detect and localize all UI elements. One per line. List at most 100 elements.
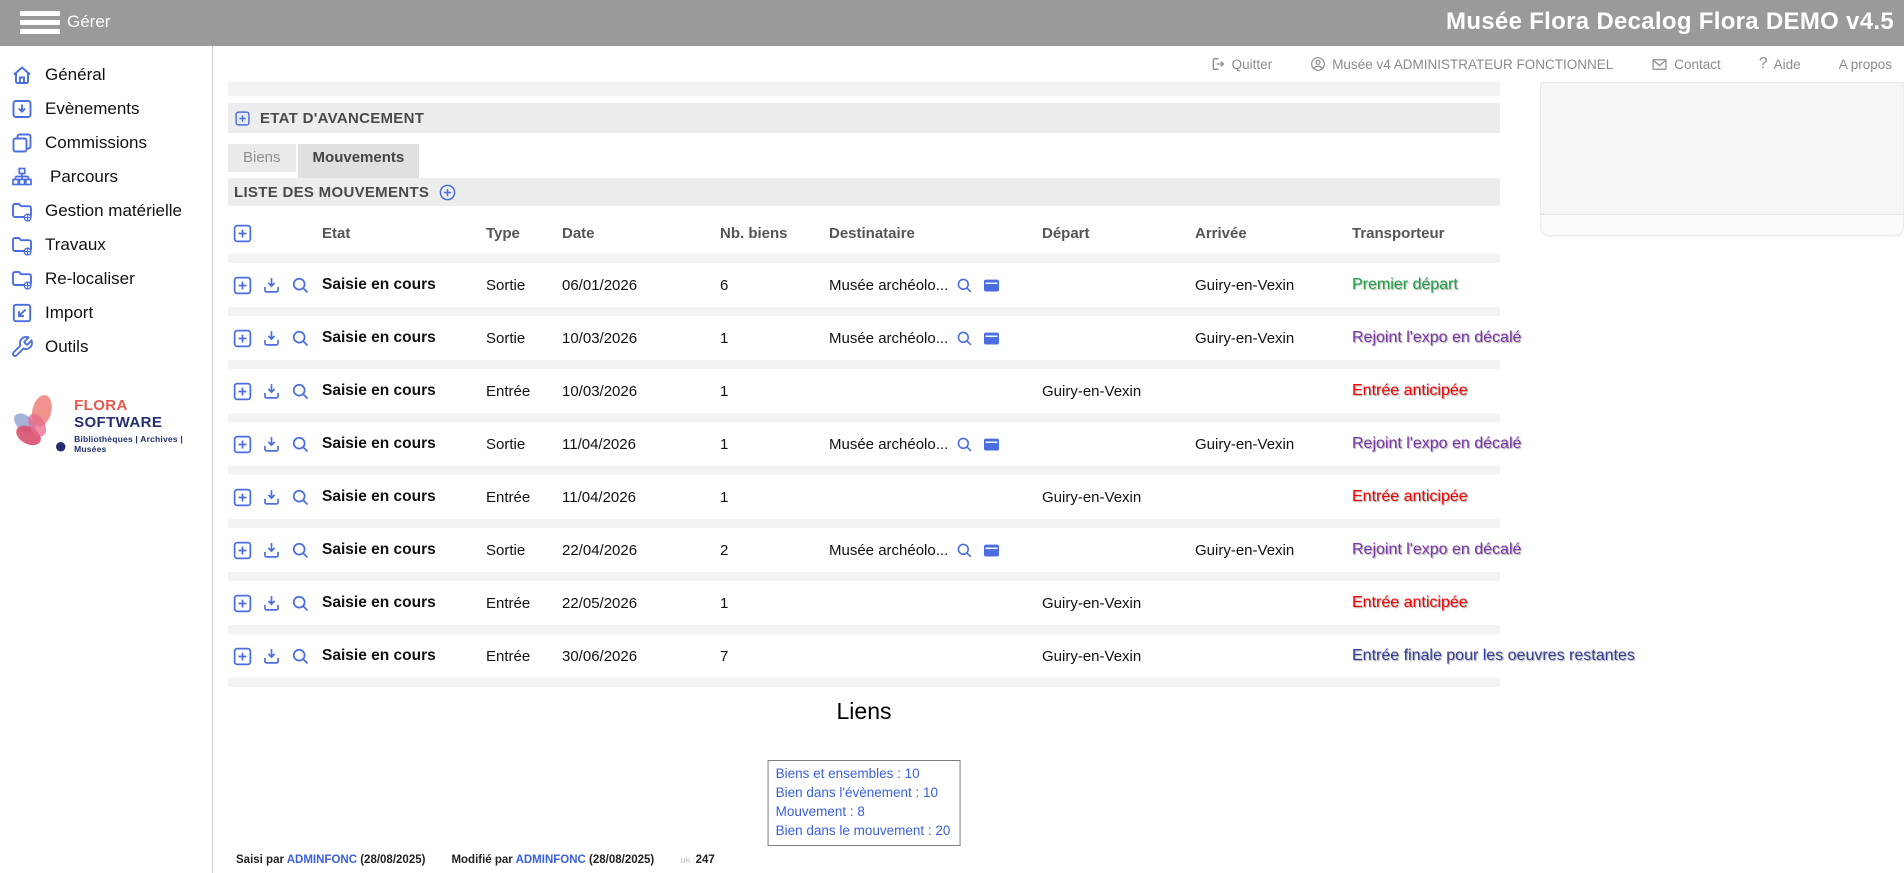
search-row-icon[interactable] [290, 487, 311, 508]
col-type: Type [486, 225, 562, 242]
saisi-user-link[interactable]: ADMINFONC [287, 854, 357, 866]
link-mouvement[interactable]: Mouvement : 8 [776, 802, 951, 821]
search-row-icon[interactable] [290, 328, 311, 349]
search-row-icon[interactable] [290, 381, 311, 402]
open-window-icon[interactable] [982, 329, 1001, 348]
cell-date: 10/03/2026 [562, 330, 720, 347]
modifie-user-link[interactable]: ADMINFONC [516, 854, 586, 866]
link-biens-ensembles[interactable]: Biens et ensembles : 10 [776, 764, 951, 783]
sidebar-item-commissions[interactable]: Commissions [0, 126, 212, 160]
modifie-par: Modifié par ADMINFONC (28/08/2025) [451, 854, 654, 866]
cell-depart: Guiry-en-Vexin [1042, 489, 1195, 506]
menu-label[interactable]: Gérer [67, 12, 110, 32]
expand-row-icon[interactable] [232, 593, 253, 614]
panel-bottom-strip[interactable] [1541, 214, 1903, 235]
link-bien-evenement[interactable]: Bien dans l'évènement : 10 [776, 783, 951, 802]
table-rows: Saisie en cours Sortie 06/01/2026 6 Musé… [228, 254, 1500, 687]
search-row-icon[interactable] [290, 646, 311, 667]
sidebar-item-general[interactable]: Général [0, 58, 212, 92]
row-separator [228, 254, 1500, 263]
hamburger-menu-icon[interactable] [20, 11, 60, 36]
sidebar-item-gestion-materielle[interactable]: Gestion matérielle [0, 194, 212, 228]
expand-row-icon[interactable] [232, 646, 253, 667]
etat-avancement-section: ETAT D'AVANCEMENT [228, 103, 1500, 133]
import-icon [10, 301, 34, 325]
cell-destinataire: Musée archéolo... [829, 435, 1042, 454]
col-depart: Départ [1042, 225, 1195, 242]
table-row: Saisie en cours Entrée 30/06/2026 7 Guir… [228, 634, 1500, 678]
expand-row-icon[interactable] [232, 328, 253, 349]
open-window-icon[interactable] [982, 435, 1001, 454]
sidebar-item-parcours[interactable]: Parcours [0, 160, 212, 194]
cell-transporteur: Entrée finale pour les oeuvres restantes [1352, 647, 1635, 665]
expand-row-icon[interactable] [232, 434, 253, 455]
expand-row-icon[interactable] [232, 487, 253, 508]
export-row-icon[interactable] [261, 646, 282, 667]
sitemap-icon [10, 165, 34, 189]
cell-etat: Saisie en cours [322, 329, 486, 347]
col-etat: Etat [322, 225, 486, 242]
sidebar-item-evenements[interactable]: Evènements [0, 92, 212, 126]
search-destinataire-icon[interactable] [955, 435, 974, 454]
tab-biens[interactable]: Biens [228, 144, 296, 172]
table-row: Saisie en cours Entrée 10/03/2026 1 Guir… [228, 369, 1500, 413]
envelope-icon [1651, 57, 1668, 72]
export-row-icon[interactable] [261, 487, 282, 508]
search-row-icon[interactable] [290, 540, 311, 561]
cell-etat: Saisie en cours [322, 541, 486, 559]
table-row: Saisie en cours Sortie 06/01/2026 6 Musé… [228, 263, 1500, 307]
export-row-icon[interactable] [261, 275, 282, 296]
saisi-par: Saisi par ADMINFONC (28/08/2025) [236, 854, 425, 866]
table-row: Saisie en cours Entrée 11/04/2026 1 Guir… [228, 475, 1500, 519]
expand-row-icon[interactable] [232, 275, 253, 296]
cell-transporteur: Premier départ [1352, 276, 1500, 294]
folder-globe-icon [10, 199, 34, 223]
cell-arrivee: Guiry-en-Vexin [1195, 277, 1352, 294]
cell-date: 06/01/2026 [562, 277, 720, 294]
sidebar-item-outils[interactable]: Outils [0, 330, 212, 364]
expand-row-icon[interactable] [232, 540, 253, 561]
expand-all-icon[interactable] [232, 223, 253, 244]
search-destinataire-icon[interactable] [955, 329, 974, 348]
export-row-icon[interactable] [261, 381, 282, 402]
sidebar-item-import[interactable]: Import [0, 296, 212, 330]
search-row-icon[interactable] [290, 275, 311, 296]
search-row-icon[interactable] [290, 593, 311, 614]
row-separator [228, 466, 1500, 475]
row-separator [228, 307, 1500, 316]
search-destinataire-icon[interactable] [955, 541, 974, 560]
open-window-icon[interactable] [982, 541, 1001, 560]
table-row: Saisie en cours Sortie 22/04/2026 2 Musé… [228, 528, 1500, 572]
aide-button[interactable]: ? Aide [1759, 55, 1801, 73]
export-row-icon[interactable] [261, 540, 282, 561]
contact-button[interactable]: Contact [1651, 57, 1721, 72]
sidebar-item-travaux[interactable]: Travaux [0, 228, 212, 262]
open-window-icon[interactable] [982, 276, 1001, 295]
expand-plus-icon[interactable] [234, 110, 251, 127]
cell-transporteur: Rejoint l'expo en décalé [1352, 541, 1521, 559]
uk-counter: uk :247 [680, 854, 715, 866]
export-row-icon[interactable] [261, 328, 282, 349]
a-propos-button[interactable]: A propos [1839, 57, 1892, 72]
cell-destinataire: Musée archéolo... [829, 541, 1042, 560]
cell-type: Sortie [486, 330, 562, 347]
record-footer: Saisi par ADMINFONC (28/08/2025) Modifié… [236, 854, 715, 866]
brand-tagline: Bibliothèques | Archives | Musées [74, 434, 212, 454]
cell-type: Sortie [486, 436, 562, 453]
tab-mouvements[interactable]: Mouvements [298, 144, 420, 178]
export-row-icon[interactable] [261, 434, 282, 455]
sidebar-item-relocaliser[interactable]: Re-localiser [0, 262, 212, 296]
expand-row-icon[interactable] [232, 381, 253, 402]
cell-nb-biens: 7 [720, 648, 829, 665]
add-movement-icon[interactable] [438, 183, 457, 202]
cell-nb-biens: 1 [720, 383, 829, 400]
search-destinataire-icon[interactable] [955, 276, 974, 295]
link-bien-mouvement[interactable]: Bien dans le mouvement : 20 [776, 821, 951, 840]
row-separator [228, 360, 1500, 369]
export-row-icon[interactable] [261, 593, 282, 614]
cell-depart: Guiry-en-Vexin [1042, 595, 1195, 612]
folder-globe-icon [10, 233, 34, 257]
cell-date: 11/04/2026 [562, 436, 720, 453]
cell-transporteur: Entrée anticipée [1352, 594, 1500, 612]
search-row-icon[interactable] [290, 434, 311, 455]
